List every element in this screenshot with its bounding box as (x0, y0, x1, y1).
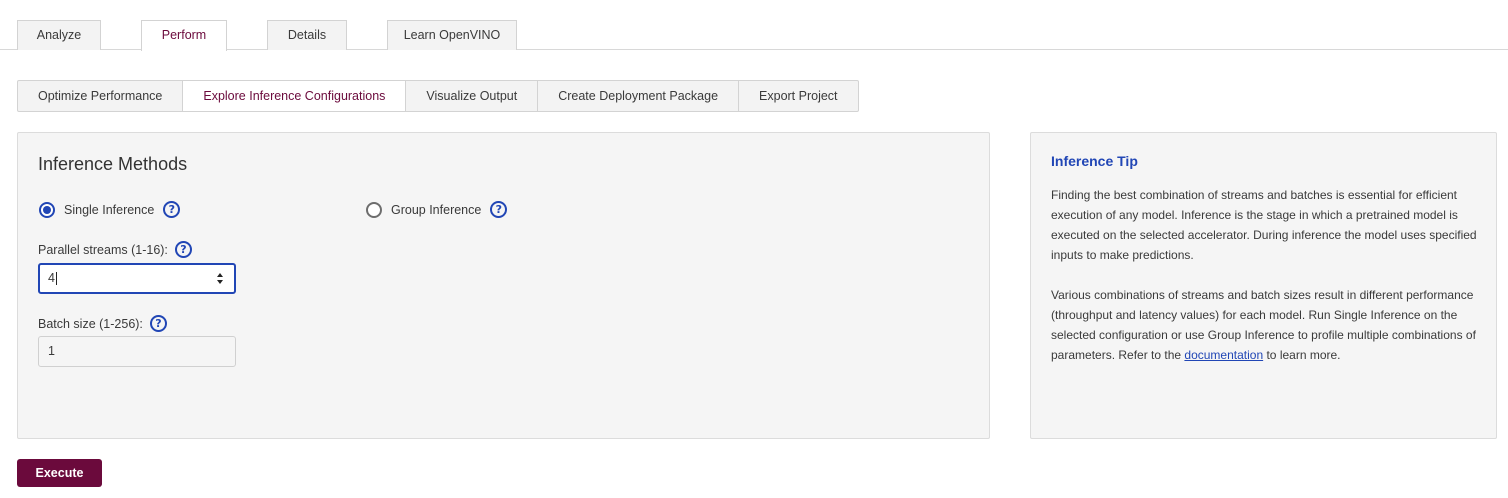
number-spinner-icon[interactable] (217, 273, 224, 284)
single-inference-option[interactable]: Single Inference ? (39, 201, 181, 218)
inference-methods-panel: Inference Methods Single Inference ? Gro… (17, 132, 990, 439)
tab-learn-openvino[interactable]: Learn OpenVINO (387, 20, 517, 50)
tip-paragraph-2: Various combinations of streams and batc… (1051, 285, 1483, 365)
subtab-visualize-output[interactable]: Visualize Output (406, 81, 539, 111)
single-inference-help-icon[interactable]: ? (163, 201, 181, 218)
inference-tip-panel: Inference Tip Finding the best combinati… (1030, 132, 1497, 439)
subtab-explore-inference-configurations[interactable]: Explore Inference Configurations (183, 81, 407, 111)
parallel-streams-value: 4 (48, 271, 55, 285)
tip-paragraph-2-end: to learn more. (1263, 348, 1341, 362)
batch-size-label: Batch size (1-256): (38, 316, 143, 331)
parallel-streams-input[interactable]: 4 (38, 263, 236, 294)
parallel-streams-help-icon[interactable]: ? (174, 241, 192, 258)
group-inference-label: Group Inference (391, 202, 482, 217)
batch-size-value: 1 (48, 344, 55, 358)
parallel-streams-label: Parallel streams (1-16): (38, 242, 168, 257)
tab-details[interactable]: Details (267, 20, 347, 50)
group-inference-radio[interactable] (366, 201, 382, 218)
tip-paragraph-1: Finding the best combination of streams … (1051, 188, 1477, 262)
panel-title: Inference Methods (38, 154, 188, 174)
text-caret (55, 272, 57, 286)
batch-size-field-label: Batch size (1-256): ? (38, 315, 167, 332)
batch-size-input[interactable]: 1 (38, 336, 236, 367)
subtab-optimize-performance[interactable]: Optimize Performance (18, 81, 184, 111)
sub-tab-bar: Optimize Performance Explore Inference C… (17, 80, 859, 112)
single-inference-label: Single Inference (64, 202, 155, 217)
subtab-export-project[interactable]: Export Project (739, 81, 858, 111)
top-tab-bar: Analyze Perform Details Learn OpenVINO (0, 0, 1508, 51)
documentation-link[interactable]: documentation (1184, 348, 1263, 362)
group-inference-option[interactable]: Group Inference ? (366, 201, 508, 218)
tip-title: Inference Tip (1051, 153, 1138, 169)
single-inference-radio[interactable] (39, 201, 55, 218)
tab-perform[interactable]: Perform (141, 20, 227, 51)
subtab-create-deployment-package[interactable]: Create Deployment Package (538, 81, 740, 111)
tab-analyze[interactable]: Analyze (17, 20, 101, 50)
group-inference-help-icon[interactable]: ? (490, 201, 508, 218)
execute-button[interactable]: Execute (17, 459, 102, 487)
batch-size-help-icon[interactable]: ? (149, 315, 167, 332)
parallel-streams-field-label: Parallel streams (1-16): ? (38, 241, 192, 258)
